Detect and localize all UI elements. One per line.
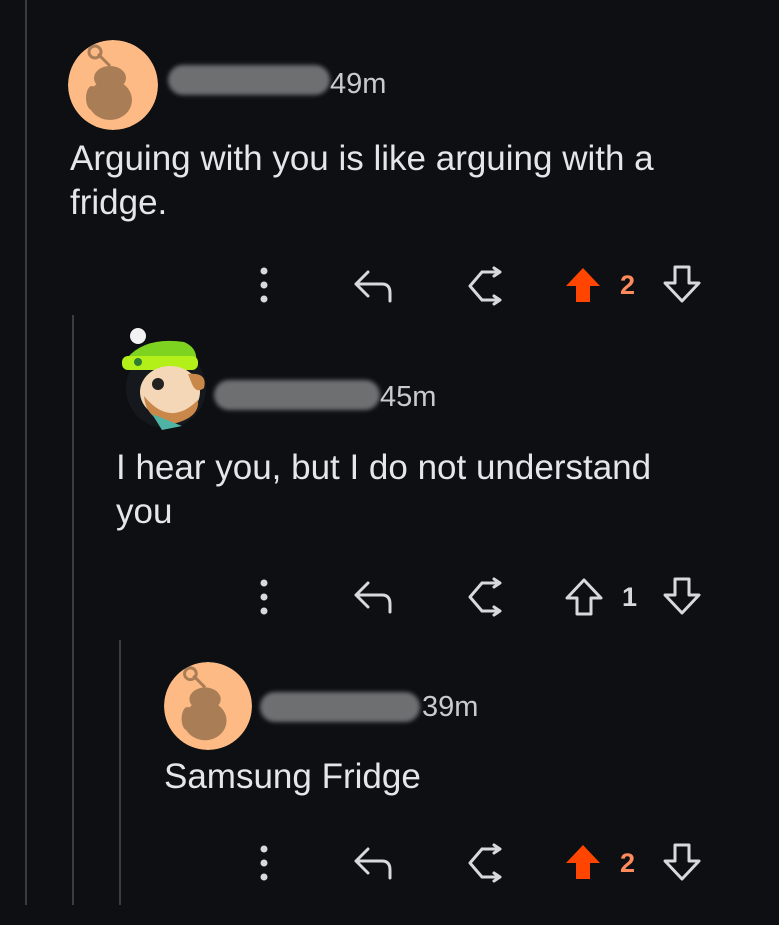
timestamp: 39m xyxy=(422,691,479,723)
downvote-button[interactable] xyxy=(662,842,702,882)
share-icon xyxy=(468,843,502,883)
username-redacted[interactable] xyxy=(260,692,420,722)
username-redacted[interactable] xyxy=(214,380,380,410)
reply-icon xyxy=(354,270,392,303)
share-button[interactable] xyxy=(462,843,506,883)
upvote-arrow-icon xyxy=(566,268,600,302)
more-options-button[interactable] xyxy=(254,843,274,883)
timestamp: 49m xyxy=(330,68,387,100)
reply-icon xyxy=(354,847,392,880)
more-options-button[interactable] xyxy=(254,577,274,617)
upvote-arrow-icon xyxy=(565,578,603,616)
thread-line-depth-1[interactable] xyxy=(72,315,74,905)
custom-beanie-avatar-icon xyxy=(122,328,206,430)
thread-line-root[interactable] xyxy=(25,0,27,905)
avatar[interactable] xyxy=(122,322,212,434)
upvote-button[interactable] xyxy=(563,266,603,304)
share-button[interactable] xyxy=(462,266,506,306)
avatar[interactable] xyxy=(68,40,158,130)
upvote-button[interactable] xyxy=(564,577,604,617)
more-options-icon xyxy=(260,267,268,303)
comment-body: Samsung Fridge xyxy=(164,757,421,796)
upvote-arrow-icon xyxy=(566,845,600,879)
downvote-arrow-icon xyxy=(663,843,701,881)
thread-line-depth-2[interactable] xyxy=(119,640,121,905)
vote-count: 2 xyxy=(620,270,636,300)
vote-count: 2 xyxy=(620,848,636,878)
downvote-arrow-icon xyxy=(663,265,701,303)
more-options-button[interactable] xyxy=(254,265,274,305)
downvote-arrow-icon xyxy=(663,577,701,615)
more-options-icon xyxy=(260,845,268,881)
timestamp: 45m xyxy=(380,381,437,413)
reply-button[interactable] xyxy=(352,267,396,305)
snoo-avatar-icon xyxy=(68,40,158,130)
share-icon xyxy=(468,266,502,306)
downvote-button[interactable] xyxy=(662,264,702,304)
downvote-button[interactable] xyxy=(662,576,702,616)
upvote-button[interactable] xyxy=(563,843,603,881)
reply-icon xyxy=(354,581,392,614)
username-redacted[interactable] xyxy=(168,65,330,95)
comment-body: I hear you, but I do not understand you xyxy=(116,448,652,531)
share-button[interactable] xyxy=(462,577,506,617)
reply-button[interactable] xyxy=(352,844,396,882)
more-options-icon xyxy=(260,579,268,615)
avatar[interactable] xyxy=(164,662,252,750)
share-icon xyxy=(468,577,502,617)
reply-button[interactable] xyxy=(352,578,396,616)
snoo-avatar-icon xyxy=(164,662,252,750)
comment-body: Arguing with you is like arguing with a … xyxy=(70,139,654,222)
vote-count: 1 xyxy=(622,582,638,612)
